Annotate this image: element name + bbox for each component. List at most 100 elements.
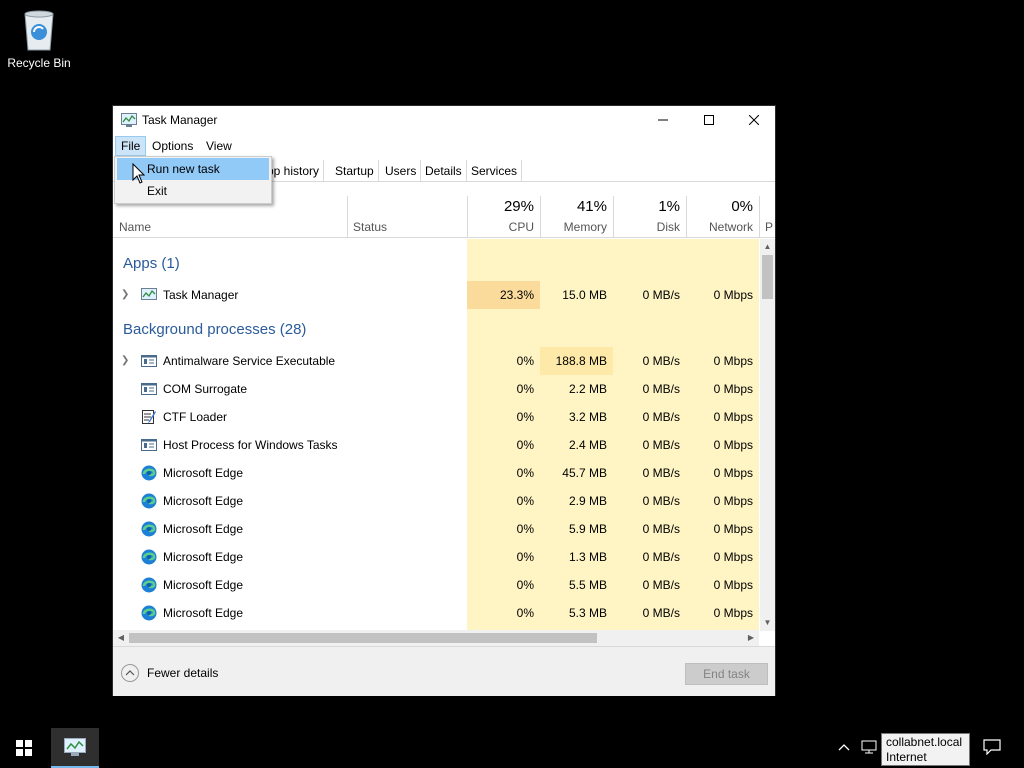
tab-app-history[interactable]: pp history bbox=[263, 160, 325, 182]
taskmanager-icon bbox=[64, 738, 86, 756]
tooltip-domain: collabnet.local bbox=[886, 735, 963, 749]
service-icon bbox=[141, 381, 157, 397]
windows-logo-icon bbox=[16, 740, 32, 756]
tab-details[interactable]: Details bbox=[421, 160, 467, 182]
process-row[interactable]: Microsoft Edge 0% 5.3 MB 0 MB/s 0 Mbps bbox=[113, 599, 759, 627]
header-cpu[interactable]: 29% CPU bbox=[467, 196, 540, 238]
process-name: Microsoft Edge bbox=[163, 466, 244, 480]
group-apps-label: Apps (1) bbox=[123, 255, 180, 272]
minimize-button[interactable] bbox=[640, 106, 686, 134]
process-cpu: 0% bbox=[516, 438, 534, 452]
process-row[interactable]: CTF Loader 0% 3.2 MB 0 MB/s 0 Mbps bbox=[113, 403, 759, 431]
scroll-left-icon[interactable]: ◀ bbox=[113, 630, 129, 646]
taskbar-task-manager[interactable] bbox=[51, 728, 99, 768]
process-cpu: 0% bbox=[516, 382, 534, 396]
process-disk: 0 MB/s bbox=[642, 288, 680, 302]
process-cpu: 0% bbox=[516, 550, 534, 564]
footer: Fewer details End task bbox=[113, 646, 775, 696]
notification-icon[interactable] bbox=[983, 739, 1001, 758]
header-status-label: Status bbox=[353, 220, 388, 234]
process-row[interactable]: COM Surrogate 0% 2.2 MB 0 MB/s 0 Mbps bbox=[113, 375, 759, 403]
recycle-bin[interactable]: Recycle Bin bbox=[4, 8, 74, 70]
memory-total: 41% bbox=[576, 198, 607, 215]
process-row[interactable]: Microsoft Edge 0% 2.9 MB 0 MB/s 0 Mbps bbox=[113, 487, 759, 515]
process-memory: 2.2 MB bbox=[568, 382, 607, 396]
header-power[interactable]: P bbox=[759, 196, 775, 238]
process-row[interactable]: ❯ Antimalware Service Executable 0% 188.8 M… bbox=[113, 347, 759, 375]
maximize-button[interactable] bbox=[686, 106, 732, 134]
title-bar[interactable]: Task Manager bbox=[113, 106, 775, 134]
chevron-right-icon[interactable]: ❯ bbox=[121, 355, 129, 366]
start-button[interactable] bbox=[8, 728, 40, 768]
menu-bar: File Options View bbox=[113, 134, 775, 156]
process-name: Microsoft Edge bbox=[163, 550, 244, 564]
process-name: Host Process for Windows Tasks bbox=[163, 438, 338, 452]
horizontal-scroll-thumb[interactable] bbox=[129, 633, 597, 643]
chevron-right-icon[interactable]: ❯ bbox=[121, 289, 129, 300]
process-memory: 45.7 MB bbox=[562, 466, 607, 480]
network-tooltip: collabnet.local Internet access bbox=[881, 733, 970, 768]
group-apps: Apps (1) bbox=[113, 245, 759, 279]
horizontal-scrollbar[interactable]: ◀ ▶ bbox=[113, 630, 759, 646]
header-disk[interactable]: 1% Disk bbox=[613, 196, 686, 238]
process-cpu: 0% bbox=[516, 410, 534, 424]
menu-file[interactable]: File bbox=[115, 136, 147, 156]
process-name: Microsoft Edge bbox=[163, 522, 244, 536]
header-memory[interactable]: 41% Memory bbox=[540, 196, 613, 238]
process-cpu: 0% bbox=[516, 606, 534, 620]
edge-icon bbox=[141, 465, 157, 481]
mouse-cursor-icon bbox=[132, 162, 146, 185]
process-network: 0 Mbps bbox=[713, 438, 753, 452]
menu-view[interactable]: View bbox=[201, 136, 237, 156]
scroll-down-icon[interactable]: ▼ bbox=[760, 615, 775, 631]
end-task-button[interactable]: End task bbox=[685, 663, 768, 685]
process-row[interactable]: Microsoft Edge 0% 45.7 MB 0 MB/s 0 Mbps bbox=[113, 459, 759, 487]
process-network: 0 Mbps bbox=[713, 494, 753, 508]
process-name: Antimalware Service Executable bbox=[163, 354, 336, 368]
process-memory: 2.9 MB bbox=[568, 494, 607, 508]
process-memory: 2.4 MB bbox=[568, 438, 607, 452]
process-network: 0 Mbps bbox=[713, 288, 753, 302]
process-row[interactable]: Microsoft Edge 0% 5.9 MB 0 MB/s 0 Mbps bbox=[113, 515, 759, 543]
edge-icon bbox=[141, 549, 157, 565]
process-network: 0 Mbps bbox=[713, 382, 753, 396]
tab-users[interactable]: Users bbox=[381, 160, 422, 182]
process-row[interactable]: Host Process for Windows Tasks 0% 2.4 MB 0 … bbox=[113, 431, 759, 459]
recycle-bin-icon bbox=[19, 8, 59, 52]
tab-startup[interactable]: Startup bbox=[331, 160, 379, 182]
process-name: Task Manager bbox=[163, 288, 239, 302]
close-icon bbox=[749, 115, 759, 125]
process-memory: 188.8 MB bbox=[540, 347, 613, 375]
process-disk: 0 MB/s bbox=[642, 578, 680, 592]
taskmanager-icon bbox=[141, 287, 157, 303]
process-name: Microsoft Edge bbox=[163, 494, 244, 508]
scroll-right-icon[interactable]: ▶ bbox=[743, 630, 759, 646]
process-list: Apps (1) ❯ Task Manager 23.3% 15.0 MB 0 … bbox=[113, 239, 759, 631]
header-status[interactable]: Status bbox=[347, 196, 467, 238]
process-memory: 5.5 MB bbox=[568, 578, 607, 592]
vertical-scroll-thumb[interactable] bbox=[762, 255, 773, 299]
process-name: COM Surrogate bbox=[163, 382, 248, 396]
process-network: 0 Mbps bbox=[713, 410, 753, 424]
close-button[interactable] bbox=[731, 106, 777, 134]
group-background-label: Background processes (28) bbox=[123, 321, 307, 338]
process-cpu: 23.3% bbox=[467, 281, 540, 309]
process-row[interactable]: Microsoft Edge 0% 1.3 MB 0 MB/s 0 Mbps bbox=[113, 543, 759, 571]
menu-options[interactable]: Options bbox=[147, 136, 198, 156]
show-hidden-icons-chevron-icon[interactable] bbox=[838, 740, 850, 754]
vertical-scrollbar[interactable]: ▲ ▼ bbox=[760, 239, 775, 631]
tab-services[interactable]: Services bbox=[467, 160, 523, 182]
header-network[interactable]: 0% Network bbox=[686, 196, 759, 238]
scroll-up-icon[interactable]: ▲ bbox=[760, 239, 775, 255]
process-row[interactable]: Microsoft Edge 0% 5.5 MB 0 MB/s 0 Mbps bbox=[113, 571, 759, 599]
process-row[interactable]: ❯ Task Manager 23.3% 15.0 MB 0 MB/s 0 Mb… bbox=[113, 281, 759, 309]
edge-icon bbox=[141, 521, 157, 537]
process-disk: 0 MB/s bbox=[642, 438, 680, 452]
fewer-details-button[interactable]: Fewer details bbox=[121, 664, 218, 682]
recycle-bin-label: Recycle Bin bbox=[7, 56, 71, 70]
service-icon bbox=[141, 437, 157, 453]
cpu-total: 29% bbox=[503, 198, 534, 215]
process-name: Microsoft Edge bbox=[163, 606, 244, 620]
network-total: 0% bbox=[731, 198, 753, 215]
network-icon[interactable] bbox=[861, 740, 877, 757]
